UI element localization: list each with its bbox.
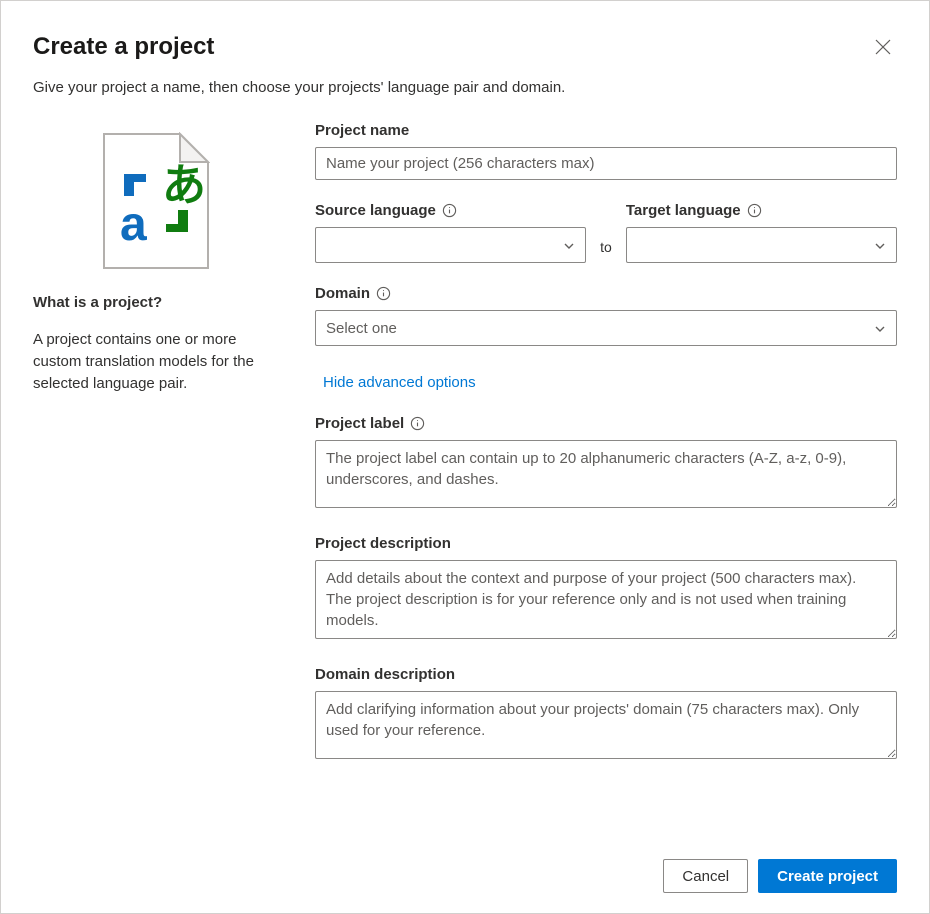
dialog-footer: Cancel Create project <box>33 847 897 893</box>
form-column: Project name Source language <box>315 122 897 847</box>
svg-text:あ: あ <box>162 161 206 210</box>
source-language-label: Source language <box>315 202 586 219</box>
info-icon[interactable] <box>376 286 391 301</box>
language-to-label: to <box>600 239 612 263</box>
domain-select[interactable]: Select one <box>315 310 897 346</box>
cancel-button[interactable]: Cancel <box>663 859 748 893</box>
dialog-title: Create a project <box>33 33 214 61</box>
chevron-down-icon <box>874 322 886 334</box>
info-icon[interactable] <box>442 203 457 218</box>
close-icon <box>875 43 891 58</box>
project-name-input[interactable] <box>315 147 897 180</box>
domain-description-input[interactable] <box>315 691 897 759</box>
domain-description-label: Domain description <box>315 666 897 683</box>
target-language-label: Target language <box>626 202 897 219</box>
chevron-down-icon <box>563 239 575 251</box>
sidebar-heading: What is a project? <box>33 294 279 311</box>
project-label-label: Project label <box>315 415 897 432</box>
toggle-advanced-link[interactable]: Hide advanced options <box>323 372 476 393</box>
svg-text:a: a <box>120 198 147 251</box>
info-icon[interactable] <box>747 203 762 218</box>
dialog-subtitle: Give your project a name, then choose yo… <box>33 79 897 96</box>
source-language-select[interactable] <box>315 227 586 263</box>
info-sidebar: あ a What is a project? A project contain… <box>33 122 279 847</box>
close-button[interactable] <box>869 33 897 61</box>
document-translate-icon: あ a <box>102 132 210 270</box>
project-description-label: Project description <box>315 535 897 552</box>
create-project-dialog: Create a project Give your project a nam… <box>0 0 930 914</box>
project-name-label: Project name <box>315 122 897 139</box>
info-icon[interactable] <box>410 416 425 431</box>
sidebar-body: A project contains one or more custom tr… <box>33 329 279 394</box>
project-description-input[interactable] <box>315 560 897 639</box>
domain-label: Domain <box>315 285 897 302</box>
project-illustration: あ a <box>33 132 279 270</box>
project-label-input[interactable] <box>315 440 897 508</box>
chevron-down-icon <box>874 239 886 251</box>
target-language-select[interactable] <box>626 227 897 263</box>
create-project-button[interactable]: Create project <box>758 859 897 893</box>
